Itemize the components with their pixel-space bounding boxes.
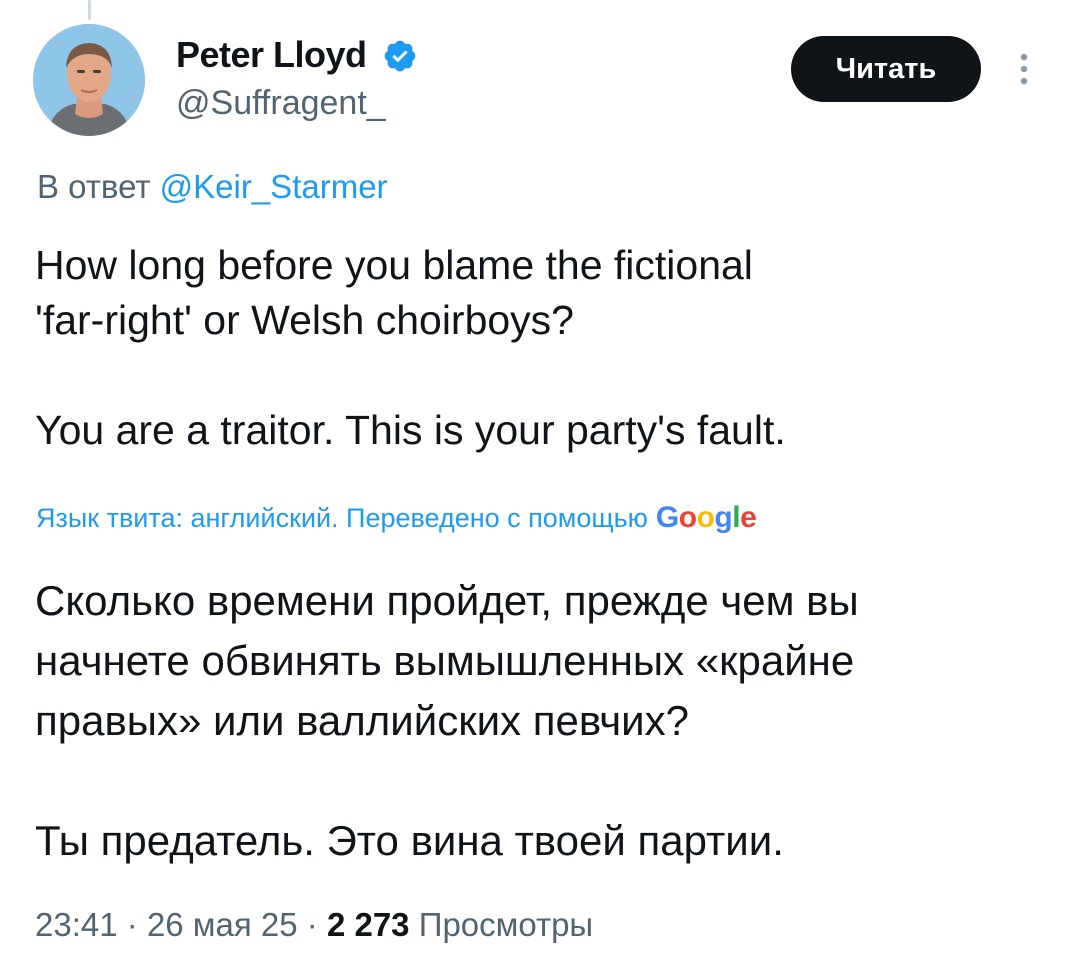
thread-connector-line bbox=[88, 0, 91, 20]
translation-notice[interactable]: Язык твита: английский. Переведено с пом… bbox=[36, 501, 757, 535]
views-label: Просмотры bbox=[418, 906, 594, 943]
meta-separator: · bbox=[306, 906, 318, 943]
display-name[interactable]: Peter Lloyd bbox=[176, 34, 367, 76]
reply-mention-link[interactable]: @Keir_Starmer bbox=[160, 168, 388, 205]
tweet-text-line: You are a traitor. This is your party's … bbox=[35, 407, 786, 453]
tweet-text-line: 'far-right' or Welsh choirboys? bbox=[35, 297, 574, 343]
translated-text-line: Сколько времени пройдет, прежде чем вы bbox=[35, 577, 859, 624]
tweet-time[interactable]: 23:41 bbox=[35, 906, 118, 943]
tweet-text-line: How long before you blame the fictional bbox=[35, 242, 753, 288]
meta-separator: · bbox=[126, 906, 138, 943]
follow-button[interactable]: Читать bbox=[791, 36, 981, 102]
avatar[interactable] bbox=[33, 24, 145, 136]
profile-photo-icon bbox=[33, 24, 145, 136]
user-handle[interactable]: @Suffragent_ bbox=[176, 84, 386, 123]
reply-context: В ответ @Keir_Starmer bbox=[37, 168, 388, 206]
views-count: 2 273 bbox=[326, 906, 410, 943]
more-vertical-icon[interactable] bbox=[1010, 48, 1038, 90]
translated-text-line: начнете обвинять вымышленных «крайне bbox=[35, 637, 855, 684]
translated-text-line: правых» или валлийских певчих? bbox=[35, 697, 689, 744]
reply-prefix: В ответ bbox=[37, 168, 151, 205]
verified-badge-icon bbox=[384, 40, 416, 72]
translated-text-line: Ты предатель. Это вина твоей партии. bbox=[35, 817, 784, 864]
tweet-meta: 23:41 · 26 мая 25 · 2 273 Просмотры bbox=[35, 906, 593, 944]
google-logo: Google bbox=[655, 501, 757, 534]
tweet-date[interactable]: 26 мая 25 bbox=[147, 906, 298, 943]
translated-tweet-text: Сколько времени пройдет, прежде чем вы н… bbox=[35, 571, 1045, 871]
tweet-text: How long before you blame the fictional … bbox=[35, 238, 1045, 458]
translation-label: Язык твита: английский. Переведено с пом… bbox=[36, 503, 648, 533]
